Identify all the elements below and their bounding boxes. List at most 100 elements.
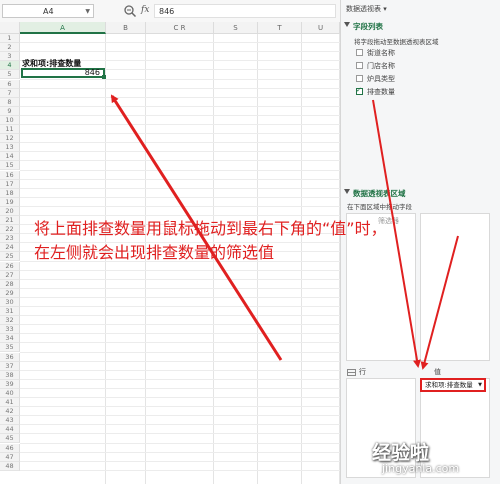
row-header-12[interactable]: 12 — [0, 134, 20, 144]
areas-hint: 在下面区域中拖动字段 — [347, 203, 412, 211]
field-checkbox-inspection-count[interactable] — [356, 86, 363, 95]
row-header-33[interactable]: 33 — [0, 325, 20, 335]
field-label-inspection-count[interactable]: 排查数量 — [367, 87, 395, 97]
grid-line — [20, 105, 340, 107]
row-header-5[interactable]: 5 — [0, 70, 20, 80]
field-checkbox-street[interactable] — [356, 49, 363, 56]
grid-line — [20, 369, 340, 371]
column-header-s[interactable]: S — [214, 22, 258, 34]
grid-line — [20, 42, 340, 44]
row-header-43[interactable]: 43 — [0, 416, 20, 426]
row-header-6[interactable]: 6 — [0, 79, 20, 89]
grid-line — [20, 433, 340, 435]
row-header-41[interactable]: 41 — [0, 398, 20, 408]
chevron-down-icon[interactable]: ▼ — [478, 380, 482, 390]
row-header-1[interactable]: 1 — [0, 34, 20, 44]
column-header-u[interactable]: U — [302, 22, 340, 34]
row-header-25[interactable]: 25 — [0, 252, 20, 262]
row-header-47[interactable]: 47 — [0, 452, 20, 462]
grid-line — [20, 124, 340, 125]
row-header-3[interactable]: 3 — [0, 52, 20, 62]
row-header-32[interactable]: 32 — [0, 316, 20, 326]
field-label-street[interactable]: 街道名称 — [367, 48, 395, 58]
grid-line — [20, 142, 340, 144]
row-header-9[interactable]: 9 — [0, 106, 20, 116]
row-header-13[interactable]: 13 — [0, 143, 20, 153]
row-header-24[interactable]: 24 — [0, 243, 20, 253]
grid-line — [20, 442, 340, 444]
column-header-t[interactable]: T — [258, 22, 302, 34]
grid-line — [20, 87, 340, 89]
grid-line — [20, 187, 340, 189]
grid-line — [20, 406, 340, 408]
row-header-4[interactable]: 4 — [0, 61, 20, 71]
field-checkbox-stove-type[interactable] — [356, 75, 363, 82]
row-header-18[interactable]: 18 — [0, 188, 20, 198]
chevron-down-icon[interactable]: ▼ — [45, 5, 90, 19]
row-header-36[interactable]: 36 — [0, 352, 20, 362]
row-header-23[interactable]: 23 — [0, 234, 20, 244]
row-header-21[interactable]: 21 — [0, 216, 20, 226]
grid-line — [20, 133, 340, 135]
column-header-c-r[interactable]: C R — [146, 22, 214, 34]
field-label-store[interactable]: 门店名称 — [367, 61, 395, 71]
row-header-15[interactable]: 15 — [0, 161, 20, 171]
grid-line — [20, 333, 340, 335]
row-header-11[interactable]: 11 — [0, 125, 20, 135]
row-header-30[interactable]: 30 — [0, 297, 20, 307]
row-header-34[interactable]: 34 — [0, 334, 20, 344]
row-header-17[interactable]: 17 — [0, 179, 20, 189]
column-header-a[interactable]: A — [20, 22, 106, 34]
grid-line — [20, 278, 340, 280]
fx-icon[interactable]: fx — [141, 5, 149, 15]
fill-handle[interactable] — [102, 75, 106, 79]
zoom-icon[interactable] — [123, 4, 137, 18]
row-header-48[interactable]: 48 — [0, 461, 20, 471]
row-header-28[interactable]: 28 — [0, 279, 20, 289]
row-header-22[interactable]: 22 — [0, 225, 20, 235]
field-checkbox-store[interactable] — [356, 62, 363, 69]
collapse-triangle-icon[interactable] — [343, 188, 351, 196]
select-all-corner[interactable] — [0, 22, 20, 34]
panel-title[interactable]: 数据透视表 ▾ — [346, 4, 387, 14]
grid-line — [20, 151, 340, 153]
column-header-b[interactable]: B — [106, 22, 146, 34]
value-field-label: 求和项:排查数量 — [425, 381, 473, 389]
grid-line — [20, 315, 340, 317]
row-header-44[interactable]: 44 — [0, 425, 20, 435]
annotation-line-2: 在左侧就会出现排查数量的筛选值 — [34, 243, 275, 262]
cell-a4-selected[interactable]: 846 — [21, 68, 105, 78]
grid-line — [20, 360, 340, 362]
row-header-26[interactable]: 26 — [0, 261, 20, 271]
grid-line — [20, 469, 340, 471]
row-header-27[interactable]: 27 — [0, 270, 20, 280]
row-header-10[interactable]: 10 — [0, 115, 20, 125]
formula-bar: A4 ▼ fx 846 — [0, 0, 340, 23]
field-list-header: 字段列表 — [353, 22, 383, 31]
row-header-29[interactable]: 29 — [0, 288, 20, 298]
row-header-31[interactable]: 31 — [0, 307, 20, 317]
grid-line — [20, 287, 340, 289]
row-header-45[interactable]: 45 — [0, 434, 20, 444]
row-header-16[interactable]: 16 — [0, 170, 20, 180]
row-header-35[interactable]: 35 — [0, 343, 20, 353]
row-header-2[interactable]: 2 — [0, 43, 20, 53]
collapse-triangle-icon[interactable] — [343, 21, 351, 29]
row-header-7[interactable]: 7 — [0, 88, 20, 98]
name-box[interactable]: A4 ▼ — [2, 4, 94, 18]
row-header-39[interactable]: 39 — [0, 379, 20, 389]
row-header-46[interactable]: 46 — [0, 443, 20, 453]
row-header-20[interactable]: 20 — [0, 206, 20, 216]
row-header-14[interactable]: 14 — [0, 152, 20, 162]
formula-input[interactable]: 846 — [154, 4, 336, 18]
field-label-stove-type[interactable]: 炉具类型 — [367, 74, 395, 84]
grid-line — [20, 387, 340, 389]
row-header-42[interactable]: 42 — [0, 407, 20, 417]
row-header-37[interactable]: 37 — [0, 361, 20, 371]
row-header-8[interactable]: 8 — [0, 97, 20, 107]
grid-line — [20, 378, 340, 380]
row-header-19[interactable]: 19 — [0, 197, 20, 207]
row-header-38[interactable]: 38 — [0, 370, 20, 380]
value-field-sum-inspection-count[interactable]: 求和项:排查数量 ▼ — [420, 378, 486, 392]
row-header-40[interactable]: 40 — [0, 388, 20, 398]
